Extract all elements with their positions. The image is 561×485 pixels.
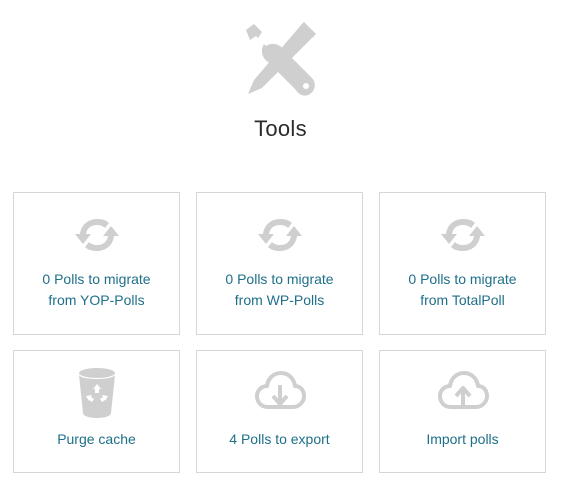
- card-label-line1: 0 Polls to migrate: [42, 271, 151, 287]
- sync-icon: [74, 219, 119, 251]
- cloud-upload-icon: [437, 371, 489, 409]
- purge-cache-card[interactable]: Purge cache: [13, 350, 180, 473]
- export-polls-label: 4 Polls to export: [229, 431, 330, 447]
- import-polls-card[interactable]: Import polls: [379, 350, 546, 473]
- card-label: 0 Polls to migrate from YOP-Polls: [14, 269, 179, 311]
- import-polls-label: Import polls: [426, 431, 499, 447]
- card-label-line2: from YOP-Polls: [48, 292, 145, 308]
- export-polls-card[interactable]: 4 Polls to export: [196, 350, 363, 473]
- card-label-line2: from TotalPoll: [420, 292, 505, 308]
- tools-icon: [246, 22, 316, 96]
- migrate-totalpoll-card[interactable]: 0 Polls to migrate from TotalPoll: [379, 192, 546, 335]
- card-label: 0 Polls to migrate from WP-Polls: [197, 269, 362, 311]
- recycle-bin-icon: [78, 368, 115, 418]
- card-label-line1: 0 Polls to migrate: [408, 271, 517, 287]
- card-label-line1: 0 Polls to migrate: [225, 271, 334, 287]
- card-label: 0 Polls to migrate from TotalPoll: [380, 269, 545, 311]
- card-label-line2: from WP-Polls: [234, 292, 325, 308]
- migrate-yop-polls-card[interactable]: 0 Polls to migrate from YOP-Polls: [13, 192, 180, 335]
- page-title: Tools: [254, 116, 307, 141]
- cloud-download-icon: [254, 371, 306, 409]
- migrate-wp-polls-card[interactable]: 0 Polls to migrate from WP-Polls: [196, 192, 363, 335]
- purge-cache-label: Purge cache: [57, 431, 136, 447]
- sync-icon: [257, 219, 302, 251]
- sync-icon: [440, 219, 485, 251]
